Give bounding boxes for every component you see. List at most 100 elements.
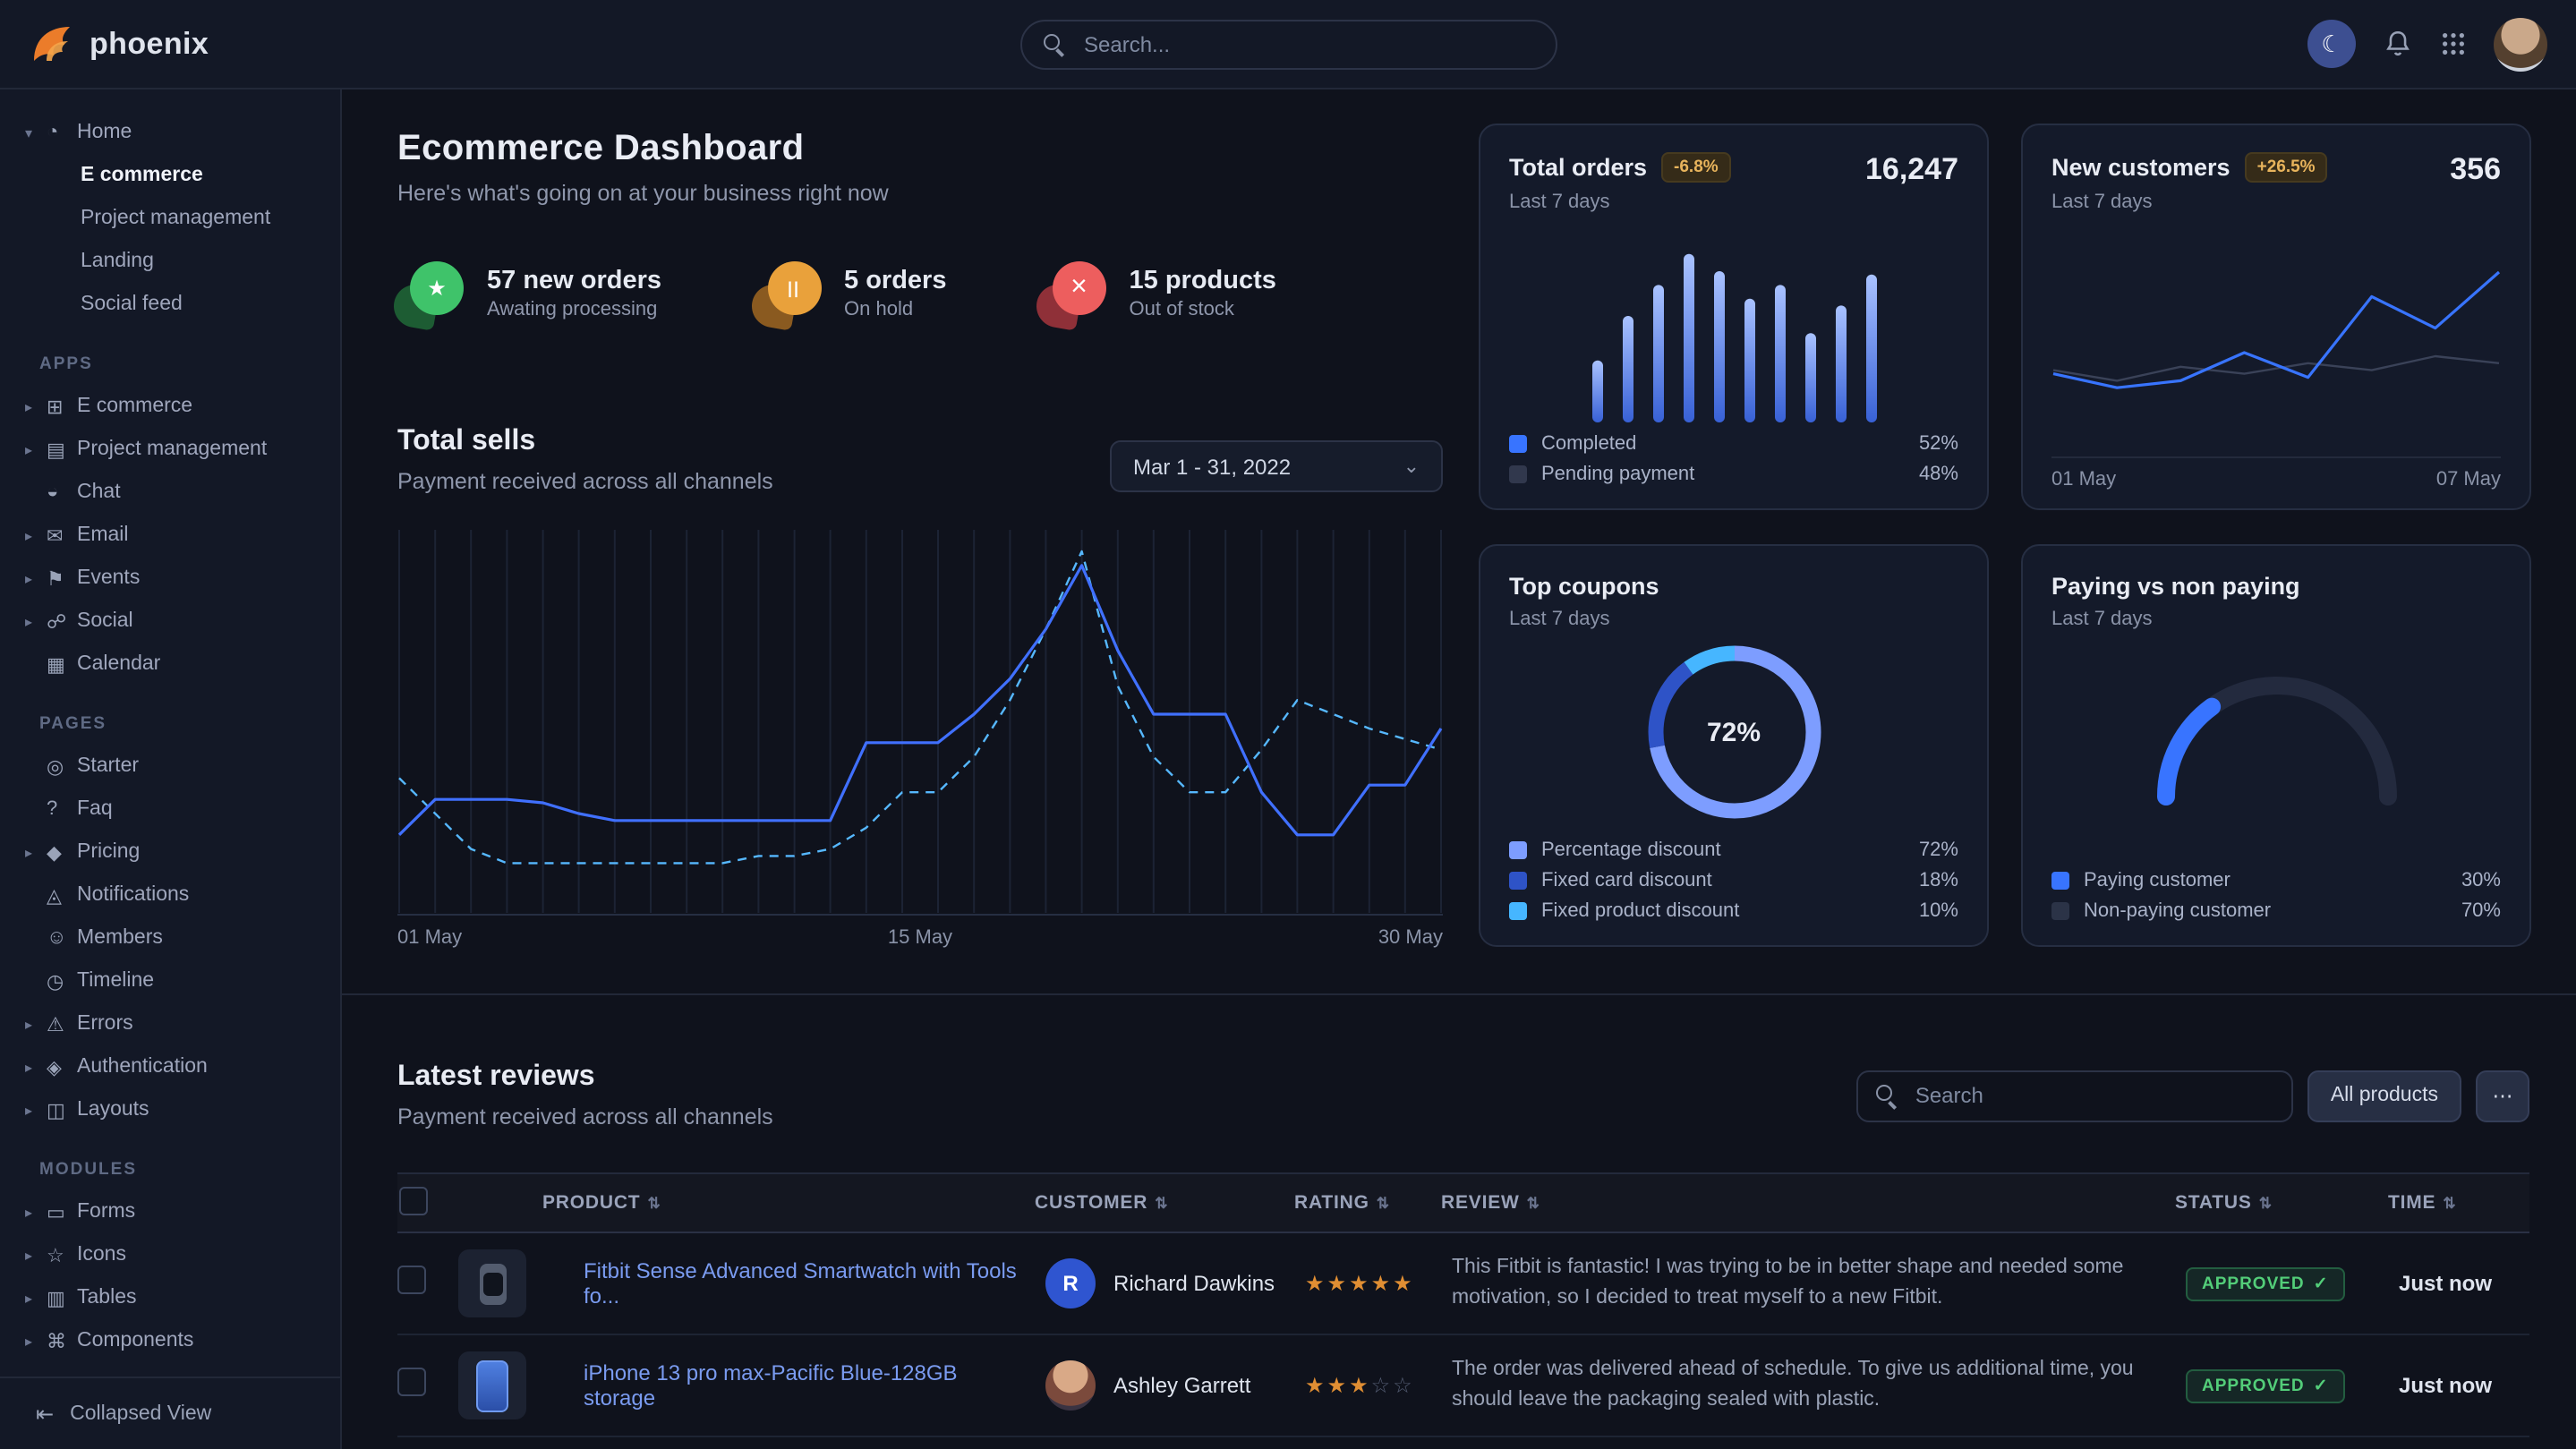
sidebar-item-timeline[interactable]: ◷Timeline: [0, 959, 340, 1002]
row-checkbox[interactable]: [397, 1265, 426, 1293]
sidebar-item-errors[interactable]: ▸⚠Errors: [0, 1002, 340, 1045]
sidebar-item-chat[interactable]: ◒Chat: [0, 471, 340, 514]
more-options-button[interactable]: ⋯: [2476, 1070, 2529, 1121]
page-subtitle: Here's what's going on at your business …: [397, 181, 889, 206]
x-icon: ×: [1040, 261, 1106, 324]
select-all-checkbox[interactable]: [399, 1186, 428, 1215]
sidebar-item-e-commerce[interactable]: E commerce: [0, 154, 340, 197]
notifications-bell-icon[interactable]: [2383, 29, 2413, 59]
email-icon: ✉: [47, 524, 77, 547]
top-coupons-title: Top coupons: [1509, 573, 1958, 600]
sidebar-section-apps: APPS: [0, 326, 340, 385]
collapsed-view-toggle[interactable]: ⇤ Collapsed View: [0, 1377, 340, 1449]
chevron-right-icon: ▸: [25, 570, 47, 586]
rating-stars: ★★★☆☆: [1305, 1373, 1452, 1398]
sidebar-item-landing[interactable]: Landing: [0, 240, 340, 283]
reviews-search-input[interactable]: [1912, 1081, 2273, 1110]
product-link[interactable]: iPhone 13 pro max-Pacific Blue-128GB sto…: [584, 1360, 1045, 1411]
total-orders-badge: -6.8%: [1661, 152, 1731, 183]
sidebar-item-e-commerce[interactable]: ▸⊞E commerce: [0, 385, 340, 428]
legend-row-fixed-product-discount: Fixed product discount10%: [1509, 895, 1958, 925]
top-coupons-donut-chart: 72%: [1641, 639, 1827, 825]
sidebar-item-email[interactable]: ▸✉Email: [0, 514, 340, 557]
card-total-orders: Total orders -6.8% Last 7 days 16,247 Co…: [1479, 124, 1989, 510]
new-customers-value: 356: [2450, 152, 2501, 188]
date-range-select[interactable]: Mar 1 - 31, 2022 ⌄: [1110, 440, 1443, 492]
reviews-search[interactable]: [1856, 1070, 2293, 1121]
column-header-rating[interactable]: RATING⇅: [1294, 1192, 1441, 1214]
rating-stars: ★★★★★: [1305, 1271, 1452, 1296]
stat-value: 57 new orders: [487, 266, 661, 294]
legend-swatch: [1509, 840, 1527, 858]
sidebar-item-components[interactable]: ▸⌘Components: [0, 1319, 340, 1362]
all-products-button[interactable]: All products: [2307, 1070, 2461, 1121]
legend-swatch: [2051, 901, 2069, 919]
sidebar-item-members[interactable]: ☺Members: [0, 916, 340, 959]
sidebar-item-calendar[interactable]: ▦Calendar: [0, 643, 340, 686]
column-header-product[interactable]: PRODUCT⇅: [542, 1192, 1035, 1214]
sidebar-item-icons[interactable]: ▸☆Icons: [0, 1233, 340, 1276]
stat-caption: Out of stock: [1130, 298, 1276, 320]
total-orders-value: 16,247: [1865, 152, 1958, 188]
sidebar-item-social-feed[interactable]: Social feed: [0, 283, 340, 326]
navbar-search-input[interactable]: [1080, 30, 1533, 58]
sidebar-item-faq[interactable]: ?Faq: [0, 788, 340, 831]
user-avatar[interactable]: [2494, 17, 2547, 71]
sidebar-item-authentication[interactable]: ▸◈Authentication: [0, 1045, 340, 1088]
order-stats: ★57 new ordersAwating processing ||5 orde…: [397, 261, 1276, 324]
chevron-right-icon: ▸: [25, 1016, 47, 1032]
navbar-search[interactable]: [1019, 19, 1557, 69]
check-icon: ✓: [2314, 1377, 2329, 1396]
sidebar-item-pricing[interactable]: ▸◆Pricing: [0, 831, 340, 874]
sidebar-item-forms[interactable]: ▸▭Forms: [0, 1190, 340, 1233]
sidebar-item-project-management[interactable]: ▸▤Project management: [0, 428, 340, 471]
sort-icon: ⇅: [647, 1193, 661, 1213]
sidebar-item-events[interactable]: ▸⚑Events: [0, 557, 340, 600]
row-checkbox[interactable]: [397, 1367, 426, 1395]
date-range-value: Mar 1 - 31, 2022: [1133, 454, 1291, 479]
column-header-customer[interactable]: CUSTOMER⇅: [1035, 1192, 1294, 1214]
chevron-right-icon: ▸: [25, 1059, 47, 1075]
chevron-right-icon: ▸: [25, 527, 47, 543]
legend-swatch: [2051, 871, 2069, 889]
sidebar-item-tables[interactable]: ▸▥Tables: [0, 1276, 340, 1319]
product-image: [458, 1351, 526, 1419]
theme-toggle-button[interactable]: ☾: [2307, 20, 2356, 68]
brand[interactable]: phoenix: [29, 21, 209, 67]
total-orders-bar-chart: [1582, 240, 1886, 422]
total-sells-title: Total sells: [397, 426, 773, 458]
sidebar-item-starter[interactable]: ◎Starter: [0, 745, 340, 788]
chevron-down-icon: ▾: [25, 124, 47, 141]
legend-row-pending-payment: Pending payment48%: [1509, 458, 1958, 489]
sidebar-item-project-management[interactable]: Project management: [0, 197, 340, 240]
chevron-right-icon: ▸: [25, 1247, 47, 1263]
sort-icon: ⇅: [1155, 1193, 1168, 1213]
review-time: Just now: [2399, 1271, 2529, 1296]
pause-icon: ||: [755, 261, 821, 324]
calendar-icon: ▦: [47, 652, 77, 676]
review-time: Just now: [2399, 1373, 2529, 1398]
chevron-right-icon: ▸: [25, 1204, 47, 1220]
column-header-time[interactable]: TIME⇅: [2388, 1192, 2529, 1214]
sidebar-item-home[interactable]: ▾◔Home: [0, 111, 340, 154]
card-paying-vs-non-paying: Paying vs non paying Last 7 days Paying …: [2021, 544, 2531, 947]
review-text: This Fitbit is fantastic! I was trying t…: [1452, 1253, 2186, 1315]
errors-icon: ⚠: [47, 1012, 77, 1036]
stat-on-hold: ||5 ordersOn hold: [755, 261, 946, 324]
sort-icon: ⇅: [1377, 1193, 1390, 1213]
faq-icon: ?: [47, 798, 77, 820]
apps-grid-icon[interactable]: [2440, 30, 2467, 57]
layouts-icon: ◫: [47, 1098, 77, 1121]
column-header-status[interactable]: STATUS⇅: [2175, 1192, 2388, 1214]
sidebar-item-notifications[interactable]: ◬Notifications: [0, 874, 340, 916]
product-link[interactable]: Fitbit Sense Advanced Smartwatch with To…: [584, 1258, 1045, 1308]
column-header-review[interactable]: REVIEW⇅: [1441, 1192, 2175, 1214]
collapsed-view-label: Collapsed View: [70, 1403, 211, 1425]
top-coupons-center-value: 72%: [1641, 639, 1827, 825]
sidebar-item-social[interactable]: ▸☍Social: [0, 600, 340, 643]
sidebar-item-layouts[interactable]: ▸◫Layouts: [0, 1088, 340, 1131]
stat-awating-processing: ★57 new ordersAwating processing: [397, 261, 661, 324]
main-content: Ecommerce Dashboard Here's what's going …: [342, 89, 2576, 1449]
sort-icon: ⇅: [2259, 1193, 2273, 1213]
table-body: Fitbit Sense Advanced Smartwatch with To…: [397, 1233, 2529, 1449]
